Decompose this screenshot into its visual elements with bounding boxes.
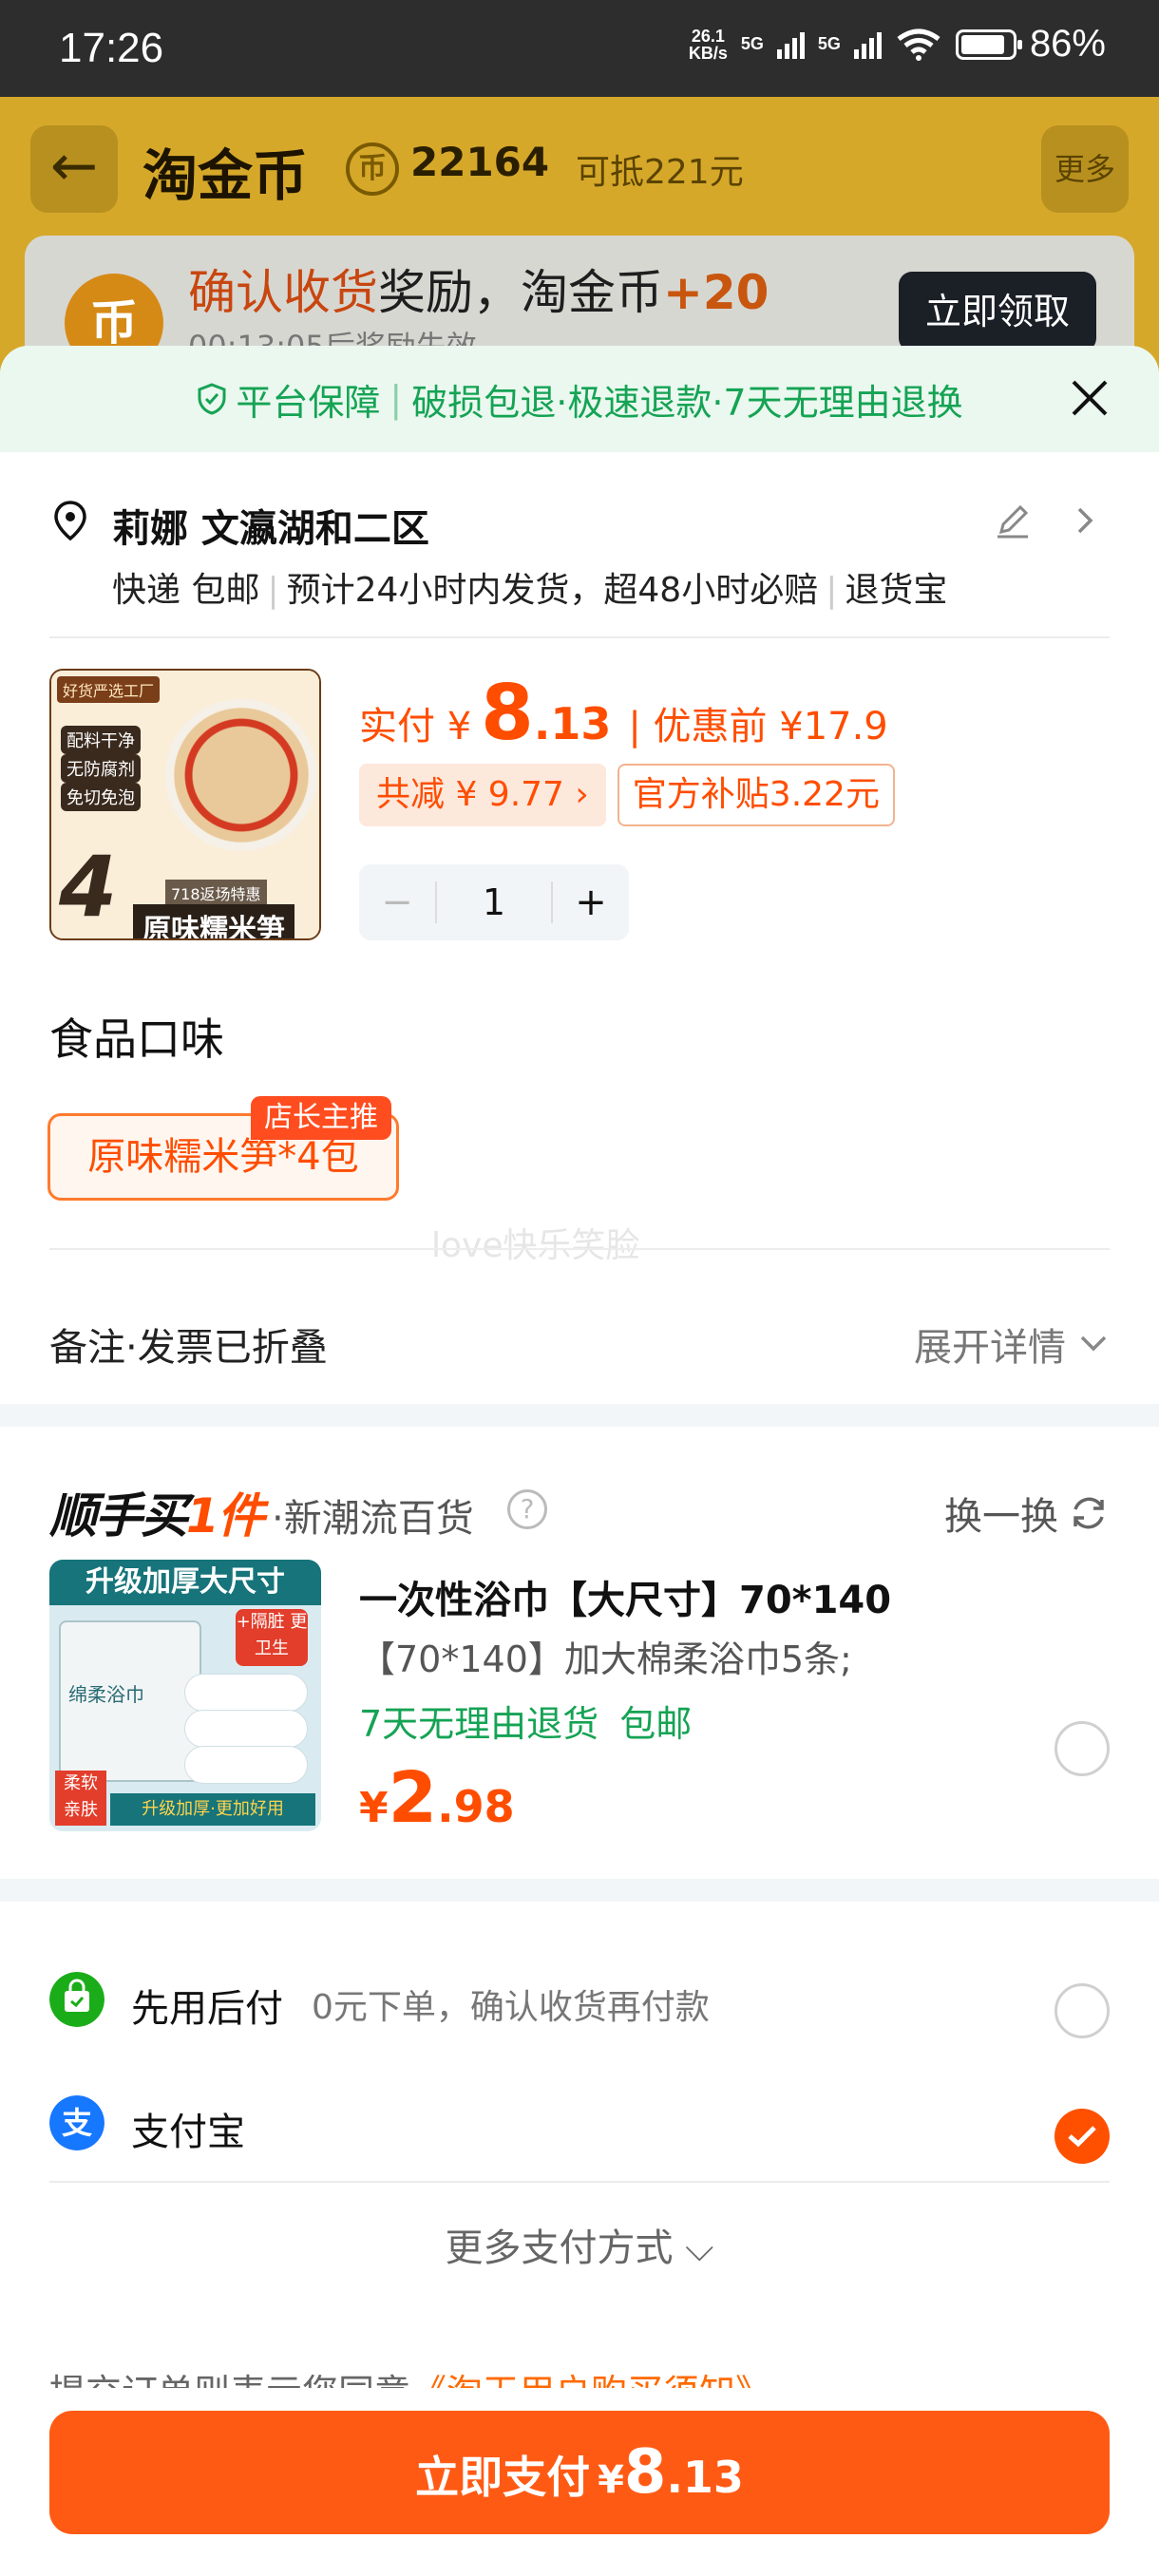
note-invoice-label: 备注·发票已折叠 <box>49 1326 328 1370</box>
pay-now-button[interactable]: 立即支付 ¥8.13 <box>49 2411 1110 2534</box>
addon-price: ¥2.98 <box>359 1757 515 1839</box>
watermark: love快乐笑脸 <box>431 1226 640 1265</box>
section-gap <box>0 1879 1159 1902</box>
recommend-badge: 店长主推 <box>251 1096 391 1140</box>
quantity-value[interactable]: 1 <box>435 881 553 923</box>
product-promo: 718返场特惠 <box>165 880 267 906</box>
status-bar: 17:26 26.1 KB/s 5G 5G 86% <box>0 0 1159 97</box>
actual-price: 实付 ¥ 8 .13 | 优惠前 ¥17.9 <box>359 669 888 757</box>
chevron-right-icon[interactable] <box>1070 503 1100 538</box>
product-feature: 无防腐剂 <box>61 754 141 783</box>
guarantee-title: 平台保障 <box>236 381 381 424</box>
pay-later-label: 先用后付 <box>131 1987 283 2031</box>
status-time: 17:26 <box>59 25 164 71</box>
signal-icon-2 <box>853 30 882 59</box>
more-button[interactable]: 更多 <box>1041 125 1129 213</box>
shipping-info: 快递 包邮 | 预计24小时内发货，超48小时必赔 | 退货宝 <box>112 571 948 610</box>
addon-logo: 顺手买1件 <box>49 1488 265 1544</box>
location-pin-icon <box>54 501 86 541</box>
wifi-icon <box>897 28 940 61</box>
addon-category: ·新潮流百货 <box>272 1497 474 1541</box>
expand-details[interactable]: 展开详情 <box>914 1316 1110 1372</box>
pay-later-desc: 0元下单，确认收货再付款 <box>312 1988 710 2027</box>
agreement-text: 提交订单则表示您同意《淘天用户购买须知》 <box>49 2363 771 2388</box>
bag-icon <box>49 1972 104 2027</box>
product-count: 4 <box>59 838 118 936</box>
addon-image-sticker: +隔脏 更卫生 <box>236 1609 308 1666</box>
shield-icon <box>198 383 226 415</box>
product-image-tag: 好货严选工厂 <box>57 676 161 703</box>
section-gap <box>0 1404 1159 1427</box>
reward-text: 确认收货奖励，淘金币+20 <box>188 265 770 320</box>
addon-tags: 7天无理由退货 包邮 <box>359 1703 693 1745</box>
divider <box>49 1248 1110 1250</box>
note-invoice-row[interactable]: 备注·发票已折叠 展开详情 <box>49 1297 1110 1383</box>
coin-icon: 币 <box>346 142 399 196</box>
recipient-address: 莉娜 文瀛湖和二区 <box>112 507 429 551</box>
network-speed: 26.1 KB/s <box>688 26 728 63</box>
subsidy-badge: 官方补贴3.22元 <box>617 764 895 826</box>
addon-image-soft: 柔软 亲肤 <box>55 1771 106 1826</box>
sim2-label: 5G <box>817 34 841 53</box>
address-section[interactable]: 莉娜 文瀛湖和二区 快递 包邮 | 预计24小时内发货，超48小时必赔 | 退货宝 <box>0 452 1159 623</box>
help-icon[interactable]: ? <box>507 1489 547 1529</box>
alipay-label: 支付宝 <box>131 2111 245 2154</box>
svg-text:支: 支 <box>62 2105 92 2141</box>
close-icon[interactable] <box>1066 374 1113 422</box>
addon-title[interactable]: 一次性浴巾【大尺寸】70*140 <box>359 1569 891 1624</box>
signal-icon <box>776 30 805 59</box>
addon-select-radio[interactable] <box>1054 1721 1110 1776</box>
status-icons: 26.1 KB/s 5G 5G 86% <box>689 23 1106 66</box>
edit-icon[interactable] <box>994 502 1032 540</box>
product-image[interactable]: 好货严选工厂 配料干净 无防腐剂 免切免泡 4 718返场特惠 原味糯米笋 <box>49 669 321 940</box>
discount-badges: 共减 ¥ 9.77 › 官方补贴3.22元 <box>359 764 895 826</box>
coin-offset: 可抵221元 <box>576 153 744 192</box>
page-title: 淘金币 <box>142 143 309 208</box>
coin-balance: 22164 <box>410 139 550 185</box>
swap-button[interactable]: 换一换 <box>944 1486 1110 1541</box>
guarantee-detail: 破损包退·极速退款·7天无理由退换 <box>411 381 963 424</box>
back-button[interactable]: ← <box>30 125 118 213</box>
divider <box>49 636 1110 638</box>
chevron-down-icon <box>1080 1335 1107 1352</box>
pay-later-radio[interactable] <box>1054 1983 1110 2038</box>
quantity-stepper: − 1 + <box>359 864 629 940</box>
addon-spec: 【70*140】加大棉柔浴巾5条; <box>359 1638 852 1680</box>
decrease-button[interactable]: − <box>359 881 435 924</box>
product-feature: 配料干净 <box>61 726 141 754</box>
addon-header: 顺手买1件 ·新潮流百货 ? 换一换 <box>49 1472 1110 1548</box>
flavor-label: 食品口味 <box>49 1013 224 1065</box>
checkout-sheet: 平台保障 | 破损包退·极速退款·7天无理由退换 莉娜 文瀛湖和二区 快递 包邮… <box>0 346 1159 2576</box>
discount-badge[interactable]: 共减 ¥ 9.77 › <box>359 764 606 826</box>
alipay-option[interactable]: 支 支付宝 <box>49 2082 1110 2168</box>
more-payment-methods[interactable]: 更多支付方式 ⌵ <box>0 2217 1159 2272</box>
addon-image-foot: 升级加厚·更加好用 <box>110 1793 315 1826</box>
addon-image[interactable]: 升级加厚大尺寸 绵柔浴巾 +隔脏 更卫生 柔软 亲肤 升级加厚·更加好用 <box>49 1560 321 1831</box>
pay-later-option[interactable]: 先用后付 0元下单，确认收货再付款 <box>49 1959 1110 2044</box>
battery-icon <box>955 28 1022 60</box>
refresh-icon <box>1074 1497 1104 1529</box>
guarantee-banner: 平台保障 | 破损包退·极速退款·7天无理由退换 <box>0 346 1159 452</box>
claim-button[interactable]: 立即领取 <box>899 272 1096 351</box>
product-image-name: 原味糯米笋 <box>133 904 294 938</box>
product-feature: 免切免泡 <box>61 783 141 811</box>
divider <box>49 2181 1110 2183</box>
agreement-link[interactable]: 《淘天用户购买须知》 <box>410 2372 771 2388</box>
background-page: ← 淘金币 币 22164 可抵221元 更多 币 确认收货奖励，淘金币+20 … <box>0 97 1159 426</box>
alipay-radio-checked[interactable] <box>1054 2109 1110 2164</box>
addon-image-pack: 绵柔浴巾 <box>68 1683 144 1706</box>
addon-image-head: 升级加厚大尺寸 <box>49 1560 321 1605</box>
sim1-label: 5G <box>740 34 764 53</box>
battery-percent: 86% <box>1029 23 1106 65</box>
alipay-icon: 支 <box>49 2095 104 2150</box>
increase-button[interactable]: + <box>553 881 629 924</box>
check-icon <box>1068 2126 1096 2148</box>
